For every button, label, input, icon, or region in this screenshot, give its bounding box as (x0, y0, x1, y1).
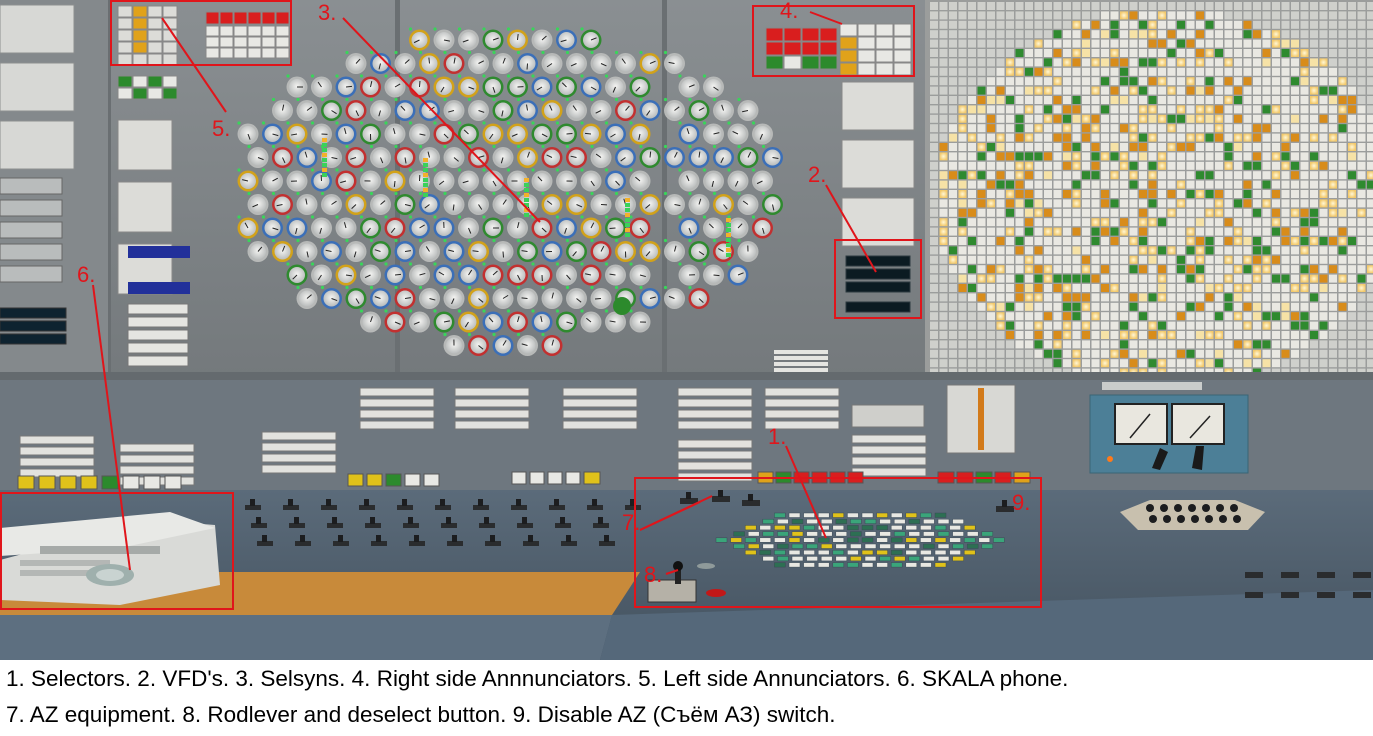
callout-label-7: 7. (622, 510, 641, 535)
callout-box-5 (110, 0, 292, 66)
callout-label-9: 9. (1012, 490, 1031, 515)
callout-line-3 (342, 17, 541, 223)
figure-caption: 1. Selectors. 2. VFD's. 3. Selsyns. 4. R… (0, 660, 1373, 736)
callout-label-3: 3. (318, 0, 337, 25)
callout-label-1: 1. (768, 424, 787, 449)
callout-label-8: 8. (644, 562, 663, 587)
callout-box-2 (834, 239, 922, 319)
callout-label-6: 6. (77, 262, 96, 287)
caption-line-1: 1. Selectors. 2. VFD's. 3. Selsyns. 4. R… (6, 666, 1069, 691)
callout-box-4 (752, 5, 915, 77)
callout-box-6 (0, 492, 234, 610)
caption-line-2: 7. AZ equipment. 8. Rodlever and deselec… (6, 702, 836, 727)
callout-label-4: 4. (780, 0, 799, 23)
callout-label-5: 5. (212, 116, 231, 141)
control-room-scene: 1. 2. 3. 4. 5. 6. 7. 8. 9. (0, 0, 1373, 660)
callout-label-2: 2. (808, 162, 827, 187)
callout-box-1 (634, 477, 1042, 608)
